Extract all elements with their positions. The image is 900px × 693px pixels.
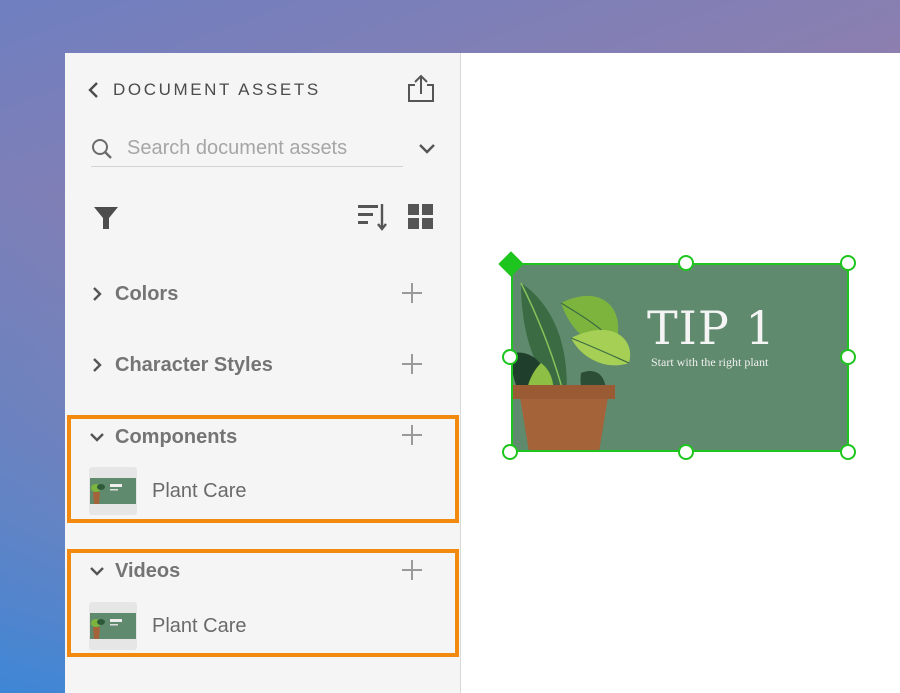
- back-chevron-icon[interactable]: [87, 80, 107, 100]
- resize-handle-bottom[interactable]: [678, 444, 694, 460]
- add-component-icon[interactable]: [401, 424, 423, 446]
- video-item-label: Plant Care: [152, 614, 247, 637]
- resize-handle-left[interactable]: [502, 349, 518, 365]
- section-components-label: Components: [115, 425, 238, 448]
- video-item[interactable]: Plant Care: [89, 602, 409, 650]
- panel-title: DOCUMENT ASSETS: [113, 80, 321, 99]
- tip-subtitle: Start with the right plant: [651, 355, 769, 369]
- component-item-label: Plant Care: [152, 479, 247, 502]
- assets-panel: DOCUMENT ASSETS Search document assets C…: [65, 53, 461, 693]
- section-character-styles-label: Character Styles: [115, 353, 273, 376]
- section-colors-label: Colors: [115, 282, 179, 305]
- search-icon: [91, 138, 113, 160]
- resize-handle-top-right[interactable]: [840, 255, 856, 271]
- section-colors[interactable]: Colors: [89, 279, 429, 309]
- add-character-style-icon[interactable]: [401, 353, 423, 375]
- chevron-down-icon: [89, 429, 105, 445]
- plant-card-thumbnail: [89, 467, 137, 515]
- chevron-down-icon[interactable]: [417, 141, 437, 157]
- resize-handle-bottom-left[interactable]: [502, 444, 518, 460]
- chevron-right-icon: [89, 286, 105, 302]
- search-input[interactable]: [127, 137, 397, 160]
- section-components[interactable]: Components: [89, 422, 429, 452]
- resize-handle-bottom-right[interactable]: [840, 444, 856, 460]
- tip-title: TIP 1: [647, 301, 776, 355]
- share-icon[interactable]: [405, 73, 437, 105]
- component-item[interactable]: Plant Care: [89, 467, 409, 515]
- sort-icon[interactable]: [357, 201, 389, 233]
- search-bar: [91, 131, 403, 167]
- plant-illustration: [511, 282, 631, 452]
- filter-icon[interactable]: [93, 205, 119, 231]
- section-character-styles[interactable]: Character Styles: [89, 350, 429, 380]
- tip-card[interactable]: TIP 1 Start with the right plant: [511, 263, 849, 452]
- chevron-right-icon: [89, 357, 105, 373]
- section-videos[interactable]: Videos: [89, 556, 429, 586]
- grid-view-icon[interactable]: [408, 204, 433, 229]
- panel-header: DOCUMENT ASSETS: [87, 73, 437, 105]
- add-video-icon[interactable]: [401, 559, 423, 581]
- chevron-down-icon: [89, 563, 105, 579]
- plant-card-thumbnail: [89, 602, 137, 650]
- add-color-icon[interactable]: [401, 282, 423, 304]
- resize-handle-top[interactable]: [678, 255, 694, 271]
- app-window: DOCUMENT ASSETS Search document assets C…: [65, 53, 900, 693]
- resize-handle-right[interactable]: [840, 349, 856, 365]
- section-videos-label: Videos: [115, 559, 181, 582]
